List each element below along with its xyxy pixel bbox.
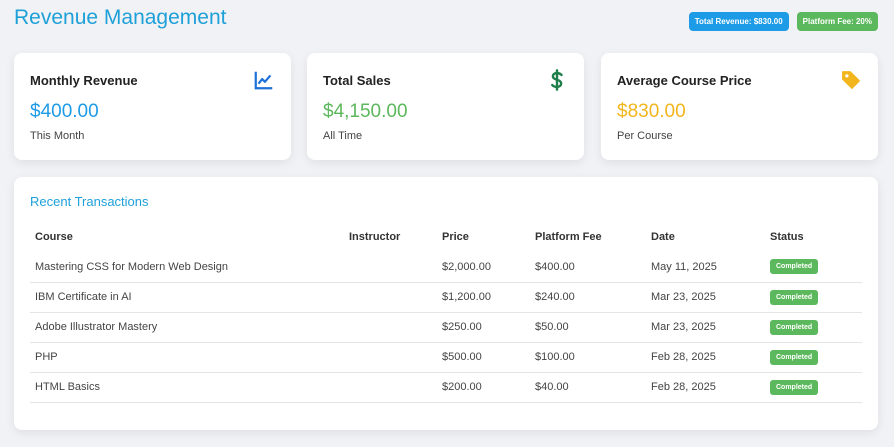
instructor-cell [344, 312, 437, 343]
platform-fee-badge: Platform Fee: 20% [796, 12, 878, 31]
platform-fee-cell: $50.00 [530, 312, 646, 343]
column-header-status[interactable]: Status [765, 222, 862, 252]
page-title: Revenue Management [14, 6, 227, 29]
card-value: $830.00 [617, 101, 686, 122]
status-cell: Completed [765, 252, 862, 283]
table-header-row: Course Instructor Price Platform Fee Dat… [30, 222, 862, 252]
status-cell: Completed [765, 372, 862, 403]
instructor-cell [344, 282, 437, 313]
dollar-icon [551, 69, 563, 91]
table-row[interactable]: PHP $500.00 $100.00 Feb 28, 2025 Complet… [30, 342, 862, 373]
course-cell: HTML Basics [30, 372, 344, 403]
price-cell: $1,200.00 [437, 282, 530, 313]
platform-fee-cell: $100.00 [530, 342, 646, 373]
instructor-cell [344, 252, 437, 283]
status-cell: Completed [765, 312, 862, 343]
platform-fee-cell: $240.00 [530, 282, 646, 313]
course-cell: Adobe Illustrator Mastery [30, 312, 344, 343]
platform-fee-cell: $400.00 [530, 252, 646, 283]
transactions-table: Course Instructor Price Platform Fee Dat… [30, 222, 862, 403]
card-subtitle: All Time [323, 130, 363, 142]
course-cell: PHP [30, 342, 344, 373]
header-badges: Total Revenue: $830.00 Platform Fee: 20% [688, 12, 878, 31]
course-cell: Mastering CSS for Modern Web Design [30, 252, 344, 283]
total-revenue-badge: Total Revenue: $830.00 [688, 12, 789, 31]
average-course-price-card: Average Course Price $830.00 Per Course [601, 53, 878, 160]
price-cell: $500.00 [437, 342, 530, 373]
date-cell: Feb 28, 2025 [646, 342, 765, 373]
instructor-cell [344, 372, 437, 403]
instructor-cell [344, 342, 437, 373]
line-chart-icon [254, 71, 273, 90]
column-header-price[interactable]: Price [437, 222, 530, 252]
table-row[interactable]: Adobe Illustrator Mastery $250.00 $50.00… [30, 312, 862, 343]
status-cell: Completed [765, 282, 862, 313]
status-badge: Completed [770, 379, 819, 395]
card-title: Monthly Revenue [30, 73, 138, 88]
panel-title: Recent Transactions [30, 194, 149, 209]
date-cell: May 11, 2025 [646, 252, 765, 283]
recent-transactions-panel: Recent Transactions Course Instructor Pr… [14, 177, 878, 430]
card-subtitle: This Month [30, 130, 85, 142]
card-value: $400.00 [30, 101, 99, 122]
platform-fee-cell: $40.00 [530, 372, 646, 403]
table-row[interactable]: HTML Basics $200.00 $40.00 Feb 28, 2025 … [30, 372, 862, 403]
column-header-platform-fee[interactable]: Platform Fee [530, 222, 646, 252]
status-badge: Completed [770, 289, 819, 305]
card-title: Average Course Price [617, 73, 752, 88]
status-badge: Completed [770, 259, 819, 275]
card-subtitle: Per Course [617, 130, 673, 142]
status-badge: Completed [770, 349, 819, 365]
date-cell: Mar 23, 2025 [646, 312, 765, 343]
date-cell: Mar 23, 2025 [646, 282, 765, 313]
tag-icon [842, 71, 860, 89]
course-cell: IBM Certificate in AI [30, 282, 344, 313]
card-title: Total Sales [323, 73, 391, 88]
price-cell: $2,000.00 [437, 252, 530, 283]
date-cell: Feb 28, 2025 [646, 372, 765, 403]
total-sales-card: Total Sales $4,150.00 All Time [307, 53, 584, 160]
status-cell: Completed [765, 342, 862, 373]
status-badge: Completed [770, 319, 819, 335]
monthly-revenue-card: Monthly Revenue $400.00 This Month [14, 53, 291, 160]
table-row[interactable]: Mastering CSS for Modern Web Design $2,0… [30, 252, 862, 283]
price-cell: $250.00 [437, 312, 530, 343]
column-header-instructor[interactable]: Instructor [344, 222, 437, 252]
price-cell: $200.00 [437, 372, 530, 403]
table-row[interactable]: IBM Certificate in AI $1,200.00 $240.00 … [30, 282, 862, 313]
column-header-date[interactable]: Date [646, 222, 765, 252]
column-header-course[interactable]: Course [30, 222, 344, 252]
card-value: $4,150.00 [323, 101, 408, 122]
